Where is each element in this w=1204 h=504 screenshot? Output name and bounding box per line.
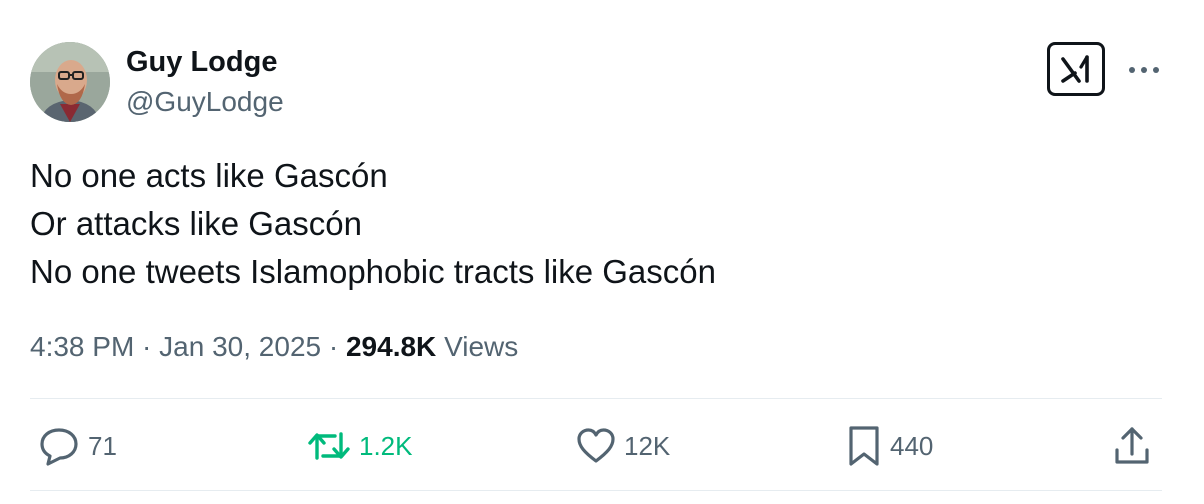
reply-button[interactable]: 71: [38, 424, 117, 468]
bookmark-button[interactable]: 440: [846, 424, 933, 468]
user-handle[interactable]: @GuyLodge: [126, 84, 284, 120]
reply-count: 71: [88, 431, 117, 461]
bookmark-count: 440: [890, 431, 934, 461]
tweet-line: No one tweets Islamophobic tracts like G…: [30, 253, 716, 290]
grok-icon: [1061, 55, 1089, 83]
avatar[interactable]: [30, 42, 110, 122]
like-button[interactable]: 12K: [576, 424, 670, 468]
divider: [30, 490, 1162, 491]
more-options-button[interactable]: [1124, 56, 1164, 84]
retweet-count: 1.2K: [359, 431, 413, 461]
tweet-date[interactable]: Jan 30, 2025: [159, 331, 321, 362]
divider: [30, 398, 1162, 399]
meta-separator: ·: [134, 331, 160, 362]
tweet-line: No one acts like Gascón: [30, 157, 388, 194]
tweet-time[interactable]: 4:38 PM: [30, 331, 134, 362]
bookmark-icon: [849, 426, 879, 466]
share-button[interactable]: [1112, 424, 1152, 468]
user-avatar-photo-icon: [30, 42, 110, 122]
meta-separator: ·: [321, 331, 346, 362]
display-name[interactable]: Guy Lodge: [126, 44, 284, 80]
share-icon: [1115, 427, 1149, 464]
author-block: Guy Lodge @GuyLodge: [126, 44, 284, 120]
retweet-icon: [308, 432, 350, 460]
grok-button[interactable]: [1047, 42, 1105, 96]
tweet-meta: 4:38 PM · Jan 30, 2025 · 294.8K Views: [30, 328, 518, 366]
heart-icon: [577, 428, 615, 463]
views-count[interactable]: 294.8K: [346, 331, 436, 362]
views-label: Views: [444, 331, 519, 362]
retweet-button[interactable]: 1.2K: [307, 424, 413, 468]
more-horizontal-icon: [1129, 67, 1159, 73]
tweet-line: Or attacks like Gascón: [30, 205, 362, 242]
reply-icon: [40, 428, 78, 466]
tweet-text: No one acts like Gascón Or attacks like …: [30, 152, 1160, 296]
like-count: 12K: [624, 431, 671, 461]
tweet-card: Guy Lodge @GuyLodge No one acts like Gas…: [0, 0, 1204, 504]
